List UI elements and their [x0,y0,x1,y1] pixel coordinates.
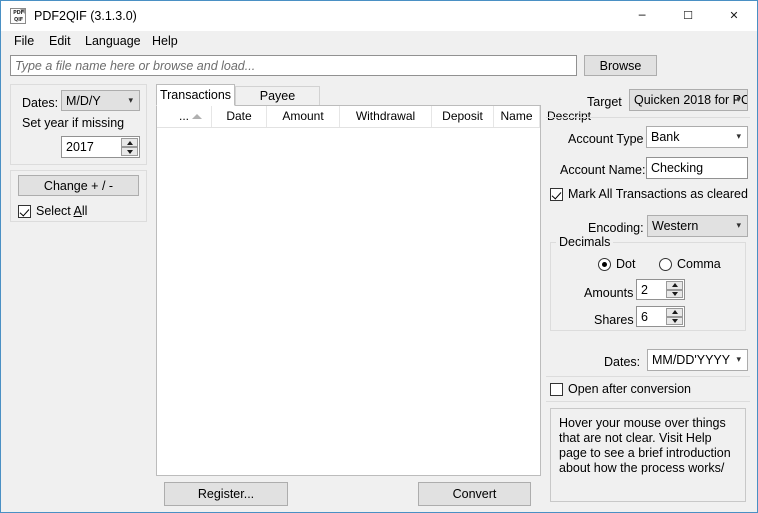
year-value: 2017 [66,140,94,154]
output-date-format-value: MM/DD'YYYY [652,353,731,367]
year-decrement-button[interactable] [121,147,138,156]
sort-ascending-icon [192,114,202,119]
encoding-label: Encoding: [588,221,644,235]
arrow-up-icon [671,283,678,288]
shares-value: 6 [641,310,648,324]
menu-item-file[interactable]: File [7,31,41,52]
table-column-deposit[interactable]: Deposit [432,106,494,127]
minimize-icon: ─ [638,9,646,22]
arrow-up-icon [126,140,133,145]
table-column-date[interactable]: Date [212,106,267,127]
divider-dates [546,376,750,377]
table-body[interactable] [157,128,540,475]
shares-increment-button[interactable] [666,308,683,317]
transactions-table: ... Date Amount Withdrawal Deposit Name … [156,105,591,476]
window-title: PDF2QIF (3.1.3.0) [34,9,137,23]
date-format-select[interactable]: M/D/Y ▾ [61,90,140,111]
open-after-conversion-label: Open after conversion [568,382,691,396]
amounts-increment-button[interactable] [666,281,683,290]
account-type-select[interactable]: Bank ▾ [646,126,748,148]
tab-payee-mapping[interactable]: Payee Mapping [235,86,320,122]
radio-button [598,258,611,271]
target-select[interactable]: Quicken 2018 for PC ▾ [629,89,748,111]
menu-item-help[interactable]: Help [145,31,185,52]
table-column-index-label: ... [178,109,189,123]
decimal-dot-label: Dot [616,257,636,271]
account-type-value: Bank [651,130,680,144]
table-column-amount[interactable]: Amount [267,106,340,127]
encoding-value: Western [652,219,699,233]
tab-transactions[interactable]: Transactions [156,84,235,106]
minimize-button[interactable]: ─ [619,1,665,31]
decimal-comma-label: Comma [677,257,721,271]
maximize-icon: ☐ [683,9,693,22]
select-all-label: Select All [36,204,88,218]
right-panel: Target Quicken 2018 for PC ▾ Account Typ… [546,84,750,509]
table-column-name[interactable]: Name [494,106,540,127]
menu-bar: File Edit Language Help [1,31,757,52]
title-bar: PDF QIF PDF2QIF (3.1.3.0) ─ ☐ ✕ [1,1,757,31]
account-type-label: Account Type [568,132,644,146]
shares-stepper[interactable]: 6 [636,306,685,327]
target-label: Target [587,95,622,109]
pdf-qif-document-icon: PDF QIF [10,8,26,24]
icon-label-top: PDF [13,10,24,16]
center-panel: Transactions Payee Mapping ... Date Amou… [156,84,591,509]
table-column-withdrawal[interactable]: Withdrawal [340,106,432,127]
menu-item-language[interactable]: Language [78,31,148,52]
mark-cleared-label: Mark All Transactions as cleared [568,187,748,201]
radio-button [659,258,672,271]
arrow-down-icon [671,291,678,296]
close-button[interactable]: ✕ [711,1,757,31]
arrow-down-icon [126,149,133,154]
account-name-label: Account Name: [560,163,646,177]
table-column-index[interactable]: ... [157,106,212,127]
divider-target [546,117,750,118]
output-date-format-select[interactable]: MM/DD'YYYY ▾ [647,349,748,371]
chevron-down-icon: ▾ [736,95,741,105]
convert-button[interactable]: Convert [418,482,531,506]
amounts-decrement-button[interactable] [666,289,683,298]
date-format-value: M/D/Y [66,94,101,108]
amounts-stepper-buttons[interactable] [666,281,683,298]
year-increment-button[interactable] [121,138,138,147]
divider-hint [546,401,750,402]
output-dates-label: Dates: [604,355,641,369]
table-header-row: ... Date Amount Withdrawal Deposit Name … [157,106,591,128]
file-name-input[interactable] [10,55,577,76]
year-stepper-buttons[interactable] [121,138,138,156]
hint-text: Hover your mouse over things that are no… [550,408,746,502]
encoding-select[interactable]: Western ▾ [647,215,748,237]
chevron-down-icon: ▾ [128,95,133,106]
shares-decrement-button[interactable] [666,316,683,325]
chevron-down-icon: ▾ [736,132,741,142]
decimals-legend: Decimals [556,235,614,249]
year-stepper[interactable]: 2017 [61,136,140,158]
browse-button[interactable]: Browse [584,55,657,76]
checkbox-box [550,188,563,201]
amounts-value: 2 [641,283,648,297]
shares-label: Shares [594,313,634,327]
close-icon: ✕ [729,9,739,22]
chevron-down-icon: ▾ [736,355,741,365]
icon-label-bottom: QIF [14,17,23,23]
amounts-stepper[interactable]: 2 [636,279,685,300]
target-value: Quicken 2018 for PC [634,93,748,107]
menu-item-edit[interactable]: Edit [42,31,78,52]
chevron-down-icon: ▾ [736,221,741,231]
amounts-label: Amounts [584,286,634,300]
set-year-label: Set year if missing [22,116,125,130]
arrow-down-icon [671,318,678,323]
arrow-up-icon [671,310,678,315]
maximize-button[interactable]: ☐ [665,1,711,31]
account-name-field[interactable]: Checking [646,157,748,179]
checkbox-box [18,205,31,218]
change-sign-button[interactable]: Change + / - [18,175,139,196]
register-button[interactable]: Register... [164,482,288,506]
pdf2qif-window: PDF QIF PDF2QIF (3.1.3.0) ─ ☐ ✕ File Edi… [0,0,758,513]
checkbox-box [550,383,563,396]
shares-stepper-buttons[interactable] [666,308,683,325]
left-dates-label: Dates: [22,96,59,110]
